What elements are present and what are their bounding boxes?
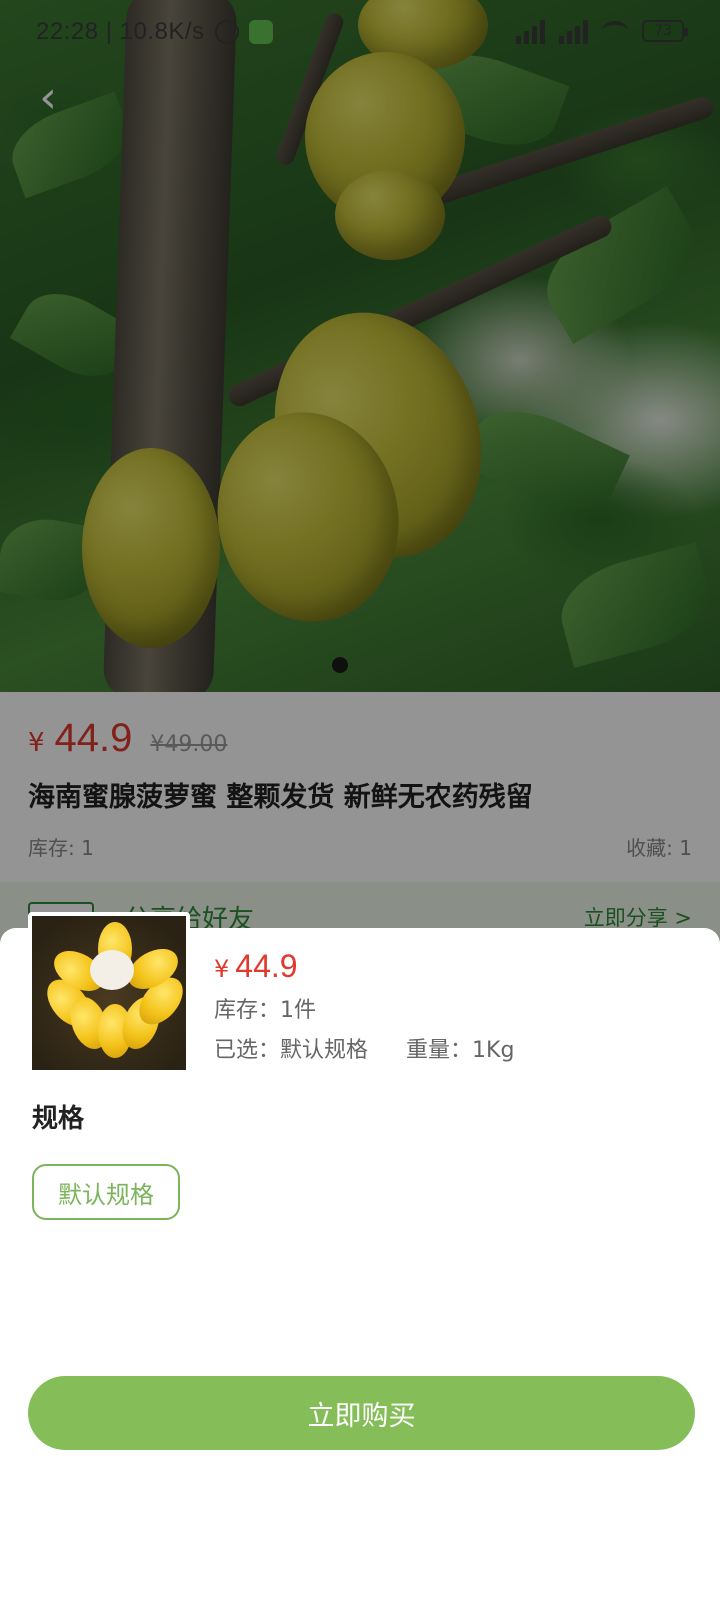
product-thumbnail <box>28 912 190 1074</box>
weight-info: 重量：1Kg <box>406 1038 515 1063</box>
buy-now-button[interactable]: 立即购买 <box>28 1376 695 1450</box>
selected-spec: 已选：默认规格 <box>214 1038 369 1063</box>
currency-symbol: ¥ <box>214 955 230 983</box>
sheet-stock: 库存：1件 <box>214 998 316 1023</box>
spec-option-default[interactable]: 默认规格 <box>32 1164 180 1220</box>
sheet-price: ¥ 44.9 <box>214 948 298 985</box>
sheet-selection-info: 已选：默认规格 重量：1Kg <box>214 1032 514 1064</box>
spec-title: 规格 <box>32 1104 85 1134</box>
sheet-price-value: 44.9 <box>235 948 298 984</box>
jackfruit-seed <box>90 950 134 990</box>
spec-bottom-sheet: ¥ 44.9 库存：1件 已选：默认规格 重量：1Kg 规格 默认规格 立即购买 <box>0 912 720 1600</box>
